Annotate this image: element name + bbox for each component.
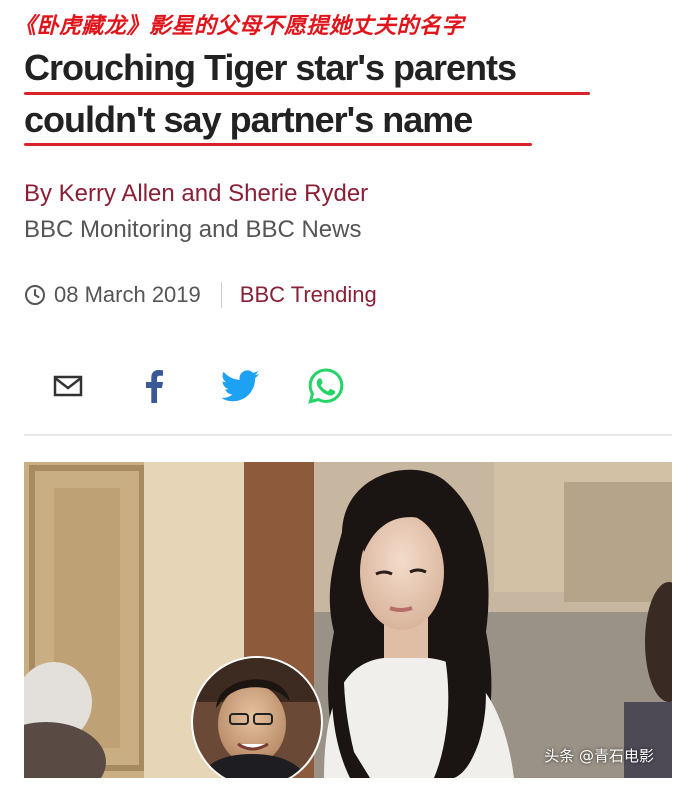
headline-line-1: Crouching Tiger star's parents (24, 47, 517, 88)
email-icon (53, 375, 83, 397)
twitter-share-button[interactable] (220, 366, 260, 406)
article-photo: 头条 @青石电影 (24, 462, 672, 778)
byline: By Kerry Allen and Sherie Ryder (24, 180, 369, 207)
clock-icon (24, 284, 46, 306)
twitter-icon (221, 370, 259, 402)
watermark: 头条 @青石电影 (544, 747, 654, 765)
share-bar (48, 366, 392, 406)
red-underline-1 (24, 92, 590, 95)
source-line: BBC Monitoring and BBC News (24, 216, 362, 243)
category-link[interactable]: BBC Trending (240, 282, 377, 308)
facebook-share-button[interactable] (134, 366, 174, 406)
chinese-annotation-title: 《卧虎藏龙》影星的父母不愿提她丈夫的名字 (14, 13, 465, 39)
photo-illustration (24, 462, 672, 778)
section-divider (24, 434, 672, 436)
article-meta: 08 March 2019 BBC Trending (24, 280, 377, 310)
red-underline-2 (24, 143, 532, 146)
facebook-icon (146, 370, 163, 403)
whatsapp-share-button[interactable] (306, 366, 346, 406)
meta-divider (220, 282, 222, 308)
publish-date: 08 March 2019 (54, 282, 201, 307)
headline-line-2: couldn't say partner's name (24, 99, 473, 140)
email-share-button[interactable] (48, 366, 88, 406)
whatsapp-icon (308, 368, 344, 404)
